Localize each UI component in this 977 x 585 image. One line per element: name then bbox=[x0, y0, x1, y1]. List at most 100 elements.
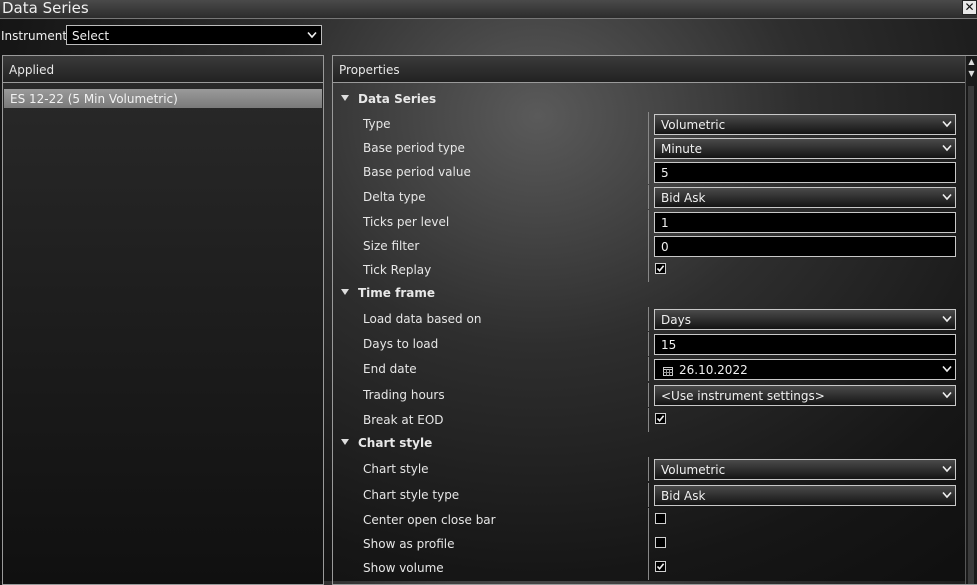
tick-replay-checkbox[interactable] bbox=[655, 263, 666, 274]
base-period-type-value: Minute bbox=[661, 142, 702, 156]
property-break-at-eod: Break at EOD bbox=[333, 408, 966, 432]
category-label: Chart style bbox=[358, 436, 433, 450]
delta-type-value: Bid Ask bbox=[661, 191, 706, 205]
property-chart-style-type: Chart style type Bid Ask bbox=[333, 483, 966, 507]
property-label: Days to load bbox=[363, 337, 439, 351]
property-label: Tick Replay bbox=[363, 263, 432, 277]
size-filter-text: 0 bbox=[661, 240, 669, 254]
property-label: Show volume bbox=[363, 561, 444, 575]
property-ticks-per-level: Ticks per level 1 bbox=[333, 210, 966, 234]
days-to-load-input[interactable]: 15 bbox=[654, 334, 956, 355]
chevron-down-icon bbox=[942, 144, 952, 154]
checkmark-icon bbox=[656, 415, 665, 423]
collapse-triangle-icon bbox=[341, 439, 349, 445]
property-label: Base period value bbox=[363, 165, 471, 179]
properties-panel: Properties ▲ ▼ Data Series Type Volumetr… bbox=[332, 55, 977, 585]
delta-type-dropdown[interactable]: Bid Ask bbox=[654, 187, 956, 208]
scroll-down-icon[interactable]: ▼ bbox=[966, 68, 977, 79]
end-date-value: 26.10.2022 bbox=[679, 363, 748, 377]
applied-panel: Applied ES 12-22 (5 Min Volumetric) bbox=[2, 55, 324, 585]
ticks-per-level-text: 1 bbox=[661, 216, 669, 230]
trading-hours-value: <Use instrument settings> bbox=[661, 389, 825, 403]
collapse-triangle-icon bbox=[341, 289, 349, 295]
collapse-triangle-icon bbox=[341, 95, 349, 101]
scroll-thumb[interactable] bbox=[968, 86, 974, 584]
property-label: Size filter bbox=[363, 239, 420, 253]
property-label: Show as profile bbox=[363, 537, 455, 551]
checkmark-icon bbox=[656, 563, 665, 571]
property-days-to-load: Days to load 15 bbox=[333, 332, 966, 356]
window-title: Data Series bbox=[2, 0, 89, 17]
properties-scrollbar[interactable]: ▲ ▼ bbox=[965, 56, 977, 584]
property-show-as-profile: Show as profile bbox=[333, 532, 966, 556]
chevron-down-icon bbox=[942, 465, 952, 475]
chevron-down-icon bbox=[942, 315, 952, 325]
chevron-down-icon bbox=[942, 120, 952, 130]
chevron-down-icon bbox=[942, 365, 952, 375]
property-end-date: End date 26.10.2022 bbox=[333, 357, 966, 381]
property-label: Chart style type bbox=[363, 488, 460, 502]
type-dropdown-value: Volumetric bbox=[661, 118, 726, 132]
load-data-based-on-value: Days bbox=[661, 313, 691, 327]
instrument-select-value: Select bbox=[72, 29, 110, 43]
property-load-data-based-on: Load data based on Days bbox=[333, 307, 966, 331]
applied-header: Applied bbox=[3, 56, 323, 83]
load-data-based-on-dropdown[interactable]: Days bbox=[654, 309, 956, 330]
property-label: Load data based on bbox=[363, 312, 482, 326]
checkmark-icon bbox=[656, 265, 665, 273]
show-as-profile-checkbox[interactable] bbox=[655, 537, 666, 548]
base-period-value-text: 5 bbox=[661, 166, 669, 180]
chart-style-dropdown[interactable]: Volumetric bbox=[654, 459, 956, 480]
property-label: Chart style bbox=[363, 462, 429, 476]
category-label: Data Series bbox=[358, 92, 437, 106]
property-show-volume: Show volume bbox=[333, 556, 966, 580]
property-type: Type Volumetric bbox=[333, 112, 966, 136]
break-at-eod-checkbox[interactable] bbox=[655, 413, 666, 424]
chart-style-type-dropdown[interactable]: Bid Ask bbox=[654, 485, 956, 506]
property-tick-replay: Tick Replay bbox=[333, 258, 966, 282]
ticks-per-level-input[interactable]: 1 bbox=[654, 212, 956, 233]
properties-header: Properties bbox=[333, 56, 977, 83]
type-dropdown[interactable]: Volumetric bbox=[654, 114, 956, 135]
property-label: Center open close bar bbox=[363, 513, 496, 527]
base-period-value-input[interactable]: 5 bbox=[654, 162, 956, 183]
calendar-icon[interactable] bbox=[663, 365, 673, 376]
category-time-frame[interactable]: Time frame bbox=[333, 282, 966, 306]
end-date-picker[interactable]: 26.10.2022 bbox=[654, 359, 956, 380]
chevron-down-icon bbox=[942, 491, 952, 501]
category-chart-style[interactable]: Chart style bbox=[333, 432, 966, 456]
property-delta-type: Delta type Bid Ask bbox=[333, 185, 966, 209]
category-label: Time frame bbox=[358, 286, 435, 300]
property-label: End date bbox=[363, 362, 417, 376]
instrument-label: Instrument bbox=[1, 29, 68, 43]
property-label: Ticks per level bbox=[363, 215, 450, 229]
property-label: Delta type bbox=[363, 190, 426, 204]
show-volume-checkbox[interactable] bbox=[655, 561, 666, 572]
property-label: Type bbox=[363, 117, 391, 131]
chart-style-value: Volumetric bbox=[661, 463, 726, 477]
base-period-type-dropdown[interactable]: Minute bbox=[654, 138, 956, 159]
chevron-down-icon bbox=[942, 391, 952, 401]
close-icon[interactable]: ✕ bbox=[962, 0, 977, 15]
trading-hours-dropdown[interactable]: <Use instrument settings> bbox=[654, 385, 956, 406]
category-data-series[interactable]: Data Series bbox=[333, 88, 966, 112]
property-size-filter: Size filter 0 bbox=[333, 234, 966, 258]
property-trading-hours: Trading hours <Use instrument settings> bbox=[333, 383, 966, 407]
applied-list-item[interactable]: ES 12-22 (5 Min Volumetric) bbox=[4, 89, 322, 108]
instrument-select[interactable]: Select bbox=[66, 25, 322, 45]
center-open-close-bar-checkbox[interactable] bbox=[655, 513, 666, 524]
scroll-up-icon[interactable]: ▲ bbox=[966, 56, 977, 67]
properties-header-label: Properties bbox=[339, 63, 400, 77]
property-label: Base period type bbox=[363, 141, 465, 155]
property-label: Trading hours bbox=[363, 388, 445, 402]
property-label: Break at EOD bbox=[363, 413, 444, 427]
property-base-period-value: Base period value 5 bbox=[333, 160, 966, 184]
title-bar: Data Series ✕ bbox=[0, 0, 977, 19]
applied-header-label: Applied bbox=[9, 63, 55, 77]
size-filter-input[interactable]: 0 bbox=[654, 236, 956, 257]
chart-style-type-value: Bid Ask bbox=[661, 489, 706, 503]
property-center-open-close-bar: Center open close bar bbox=[333, 508, 966, 532]
applied-item-label: ES 12-22 (5 Min Volumetric) bbox=[10, 92, 178, 106]
property-base-period-type: Base period type Minute bbox=[333, 136, 966, 160]
chevron-down-icon bbox=[307, 31, 317, 41]
